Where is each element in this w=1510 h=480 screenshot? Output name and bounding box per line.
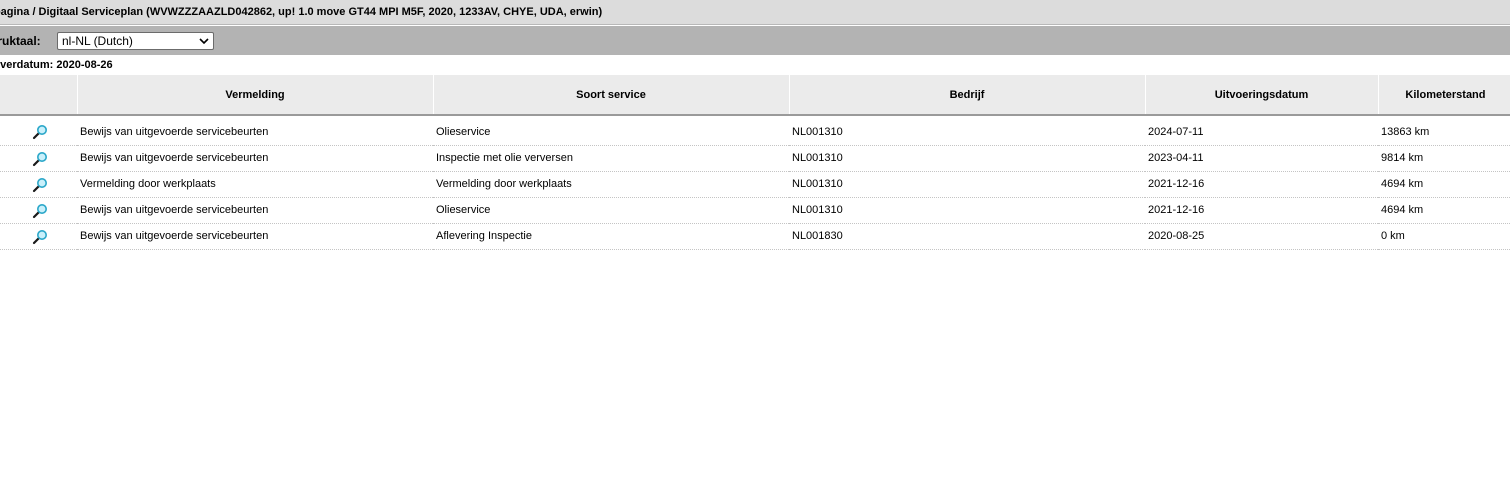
magnifier-icon[interactable] bbox=[32, 151, 48, 167]
column-header-kilometerstand[interactable]: Kilometerstand bbox=[1378, 75, 1510, 116]
table-cell-vermelding: Bewijs van uitgevoerde servicebeurten bbox=[77, 145, 433, 172]
magnifier-icon[interactable] bbox=[32, 229, 48, 245]
print-language-select[interactable]: nl-NL (Dutch) bbox=[57, 32, 214, 50]
column-header-uitvoeringsdatum[interactable]: Uitvoeringsdatum bbox=[1145, 75, 1379, 116]
table-row: Bewijs van uitgevoerde servicebeurten In… bbox=[0, 145, 1510, 172]
table-cell-soort-service: Vermelding door werkplaats bbox=[433, 171, 789, 198]
magnifier-icon[interactable] bbox=[32, 203, 48, 219]
table-cell-kilometerstand: 4694 km bbox=[1378, 197, 1510, 224]
table-row: Bewijs van uitgevoerde servicebeurten Ol… bbox=[0, 115, 1510, 146]
table-cell-vermelding: Bewijs van uitgevoerde servicebeurten bbox=[77, 197, 433, 224]
service-history-table: Vermelding Soort service Bedrijf Uitvoer… bbox=[0, 75, 1510, 250]
column-header-soort-service[interactable]: Soort service bbox=[433, 75, 790, 116]
table-cell-icon[interactable] bbox=[0, 171, 77, 198]
magnifier-icon[interactable] bbox=[32, 124, 48, 140]
table-row: Bewijs van uitgevoerde servicebeurten Ol… bbox=[0, 197, 1510, 224]
table-cell-kilometerstand: 13863 km bbox=[1378, 115, 1510, 146]
table-cell-vermelding: Vermelding door werkplaats bbox=[77, 171, 433, 198]
breadcrumb-bar: rtpagina / Digitaal Serviceplan (WVWZZZA… bbox=[0, 0, 1510, 25]
table-cell-bedrijf: NL001310 bbox=[789, 115, 1145, 146]
delivery-date: everdatum: 2020-08-26 bbox=[0, 59, 113, 71]
table-cell-uitvoeringsdatum: 2021-12-16 bbox=[1145, 171, 1378, 198]
breadcrumb: rtpagina / Digitaal Serviceplan (WVWZZZA… bbox=[0, 6, 603, 18]
column-header-vermelding[interactable]: Vermelding bbox=[77, 75, 434, 116]
table-cell-icon[interactable] bbox=[0, 223, 77, 250]
table-cell-bedrijf: NL001310 bbox=[789, 145, 1145, 172]
table-cell-vermelding: Bewijs van uitgevoerde servicebeurten bbox=[77, 223, 433, 250]
table-cell-soort-service: Olieservice bbox=[433, 197, 789, 224]
chevron-down-icon bbox=[199, 38, 209, 45]
print-language-selected-value: nl-NL (Dutch) bbox=[62, 34, 133, 48]
table-cell-bedrijf: NL001830 bbox=[789, 223, 1145, 250]
table-cell-uitvoeringsdatum: 2020-08-25 bbox=[1145, 223, 1378, 250]
table-header-row: Vermelding Soort service Bedrijf Uitvoer… bbox=[0, 75, 1510, 116]
table-cell-kilometerstand: 4694 km bbox=[1378, 171, 1510, 198]
table-row: Vermelding door werkplaats Vermelding do… bbox=[0, 171, 1510, 198]
table-cell-uitvoeringsdatum: 2023-04-11 bbox=[1145, 145, 1378, 172]
table-cell-uitvoeringsdatum: 2024-07-11 bbox=[1145, 115, 1378, 146]
table-cell-soort-service: Olieservice bbox=[433, 115, 789, 146]
table-cell-soort-service: Aflevering Inspectie bbox=[433, 223, 789, 250]
table-cell-icon[interactable] bbox=[0, 115, 77, 146]
table-cell-bedrijf: NL001310 bbox=[789, 197, 1145, 224]
table-cell-icon[interactable] bbox=[0, 197, 77, 224]
column-header-icon bbox=[0, 75, 78, 116]
table-cell-bedrijf: NL001310 bbox=[789, 171, 1145, 198]
table-row: Bewijs van uitgevoerde servicebeurten Af… bbox=[0, 223, 1510, 250]
table-cell-icon[interactable] bbox=[0, 145, 77, 172]
language-bar: druktaal: nl-NL (Dutch) bbox=[0, 26, 1510, 55]
print-language-label: druktaal: bbox=[0, 34, 41, 48]
table-cell-kilometerstand: 0 km bbox=[1378, 223, 1510, 250]
table-cell-kilometerstand: 9814 km bbox=[1378, 145, 1510, 172]
table-cell-vermelding: Bewijs van uitgevoerde servicebeurten bbox=[77, 115, 433, 146]
table-cell-uitvoeringsdatum: 2021-12-16 bbox=[1145, 197, 1378, 224]
magnifier-icon[interactable] bbox=[32, 177, 48, 193]
table-cell-soort-service: Inspectie met olie verversen bbox=[433, 145, 789, 172]
column-header-bedrijf[interactable]: Bedrijf bbox=[789, 75, 1146, 116]
